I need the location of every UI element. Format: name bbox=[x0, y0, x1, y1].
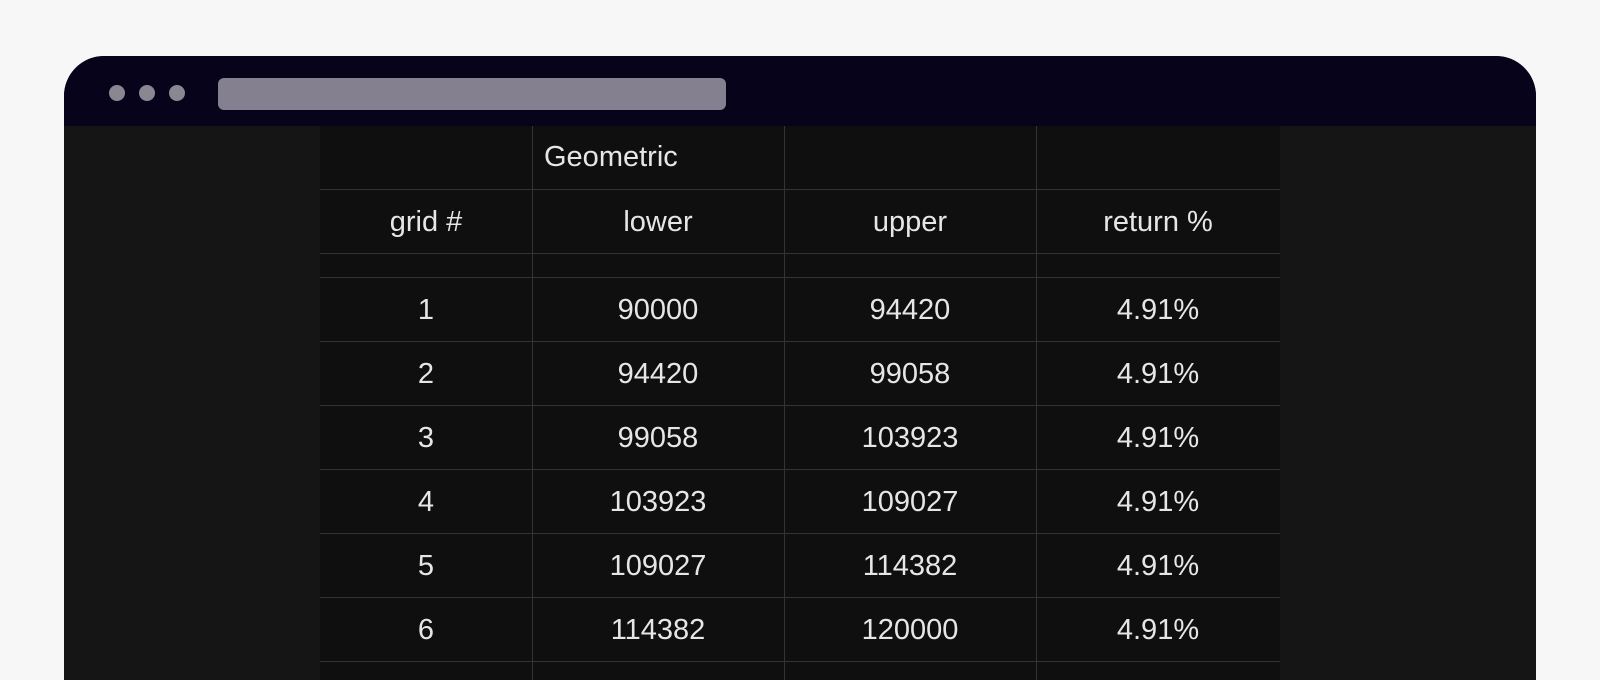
table-cell-grid-number: 3 bbox=[417, 422, 435, 454]
table-cell-return: 4.91% bbox=[1116, 550, 1200, 582]
table-cell-lower: 103923 bbox=[609, 486, 707, 518]
table-cell-upper: 114382 bbox=[862, 550, 958, 582]
browser-window: Geometric grid # lower upper return % 1 … bbox=[64, 56, 1536, 680]
table-cell-grid-number: 1 bbox=[417, 294, 435, 326]
address-bar[interactable] bbox=[218, 78, 726, 110]
table-cell-return: 4.91% bbox=[1116, 614, 1200, 646]
column-header-upper: upper bbox=[872, 206, 948, 238]
column-header-grid-number: grid # bbox=[389, 206, 463, 238]
window-dot-icon[interactable] bbox=[169, 85, 185, 101]
table-cell-return: 4.91% bbox=[1116, 422, 1200, 454]
grid-table: Geometric grid # lower upper return % 1 … bbox=[320, 126, 1280, 680]
table-cell-return: 4.91% bbox=[1116, 358, 1200, 390]
table-cell-grid-number: 6 bbox=[417, 614, 435, 646]
table-cell-return: 4.91% bbox=[1116, 294, 1200, 326]
table-cell-lower: 109027 bbox=[609, 550, 707, 582]
table-cell-upper: 109027 bbox=[861, 486, 959, 518]
table-cell-grid-number: 2 bbox=[417, 358, 435, 390]
table-cell-lower: 114382 bbox=[610, 614, 706, 646]
column-header-return: return % bbox=[1103, 206, 1213, 238]
table-cell-grid-number: 4 bbox=[417, 486, 435, 518]
table-cell-lower: 99058 bbox=[617, 422, 699, 454]
table-cell-upper: 103923 bbox=[861, 422, 959, 454]
page-content: Geometric grid # lower upper return % 1 … bbox=[64, 126, 1536, 680]
table-cell-upper: 120000 bbox=[861, 614, 959, 646]
column-header-lower: lower bbox=[623, 206, 693, 238]
table-cell-grid-number: 5 bbox=[417, 550, 435, 582]
table-group-header: Geometric bbox=[544, 141, 678, 173]
window-dot-icon[interactable] bbox=[139, 85, 155, 101]
window-dot-icon[interactable] bbox=[109, 85, 125, 101]
table-cell-upper: 94420 bbox=[869, 294, 951, 326]
table-cell-return: 4.91% bbox=[1116, 486, 1200, 518]
window-titlebar bbox=[64, 56, 1536, 126]
table-cell-lower: 90000 bbox=[617, 294, 699, 326]
table-cell-lower: 94420 bbox=[617, 358, 699, 390]
table-cell-upper: 99058 bbox=[869, 358, 951, 390]
